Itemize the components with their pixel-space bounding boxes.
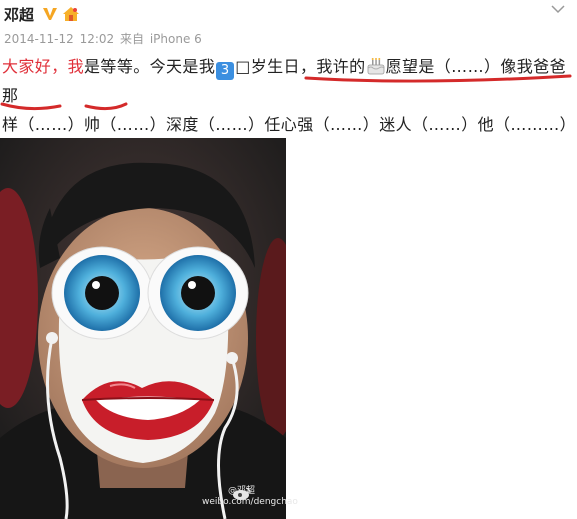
post-meta: 2014-11-12 12:02 来自 iPhone 6	[4, 30, 204, 47]
post-device[interactable]: iPhone 6	[150, 32, 202, 46]
missing-glyph: □	[235, 57, 251, 76]
birthday-text: 岁生日，	[250, 57, 317, 76]
wish-text-a: 我许的	[316, 57, 366, 76]
post-from-label: 来自	[120, 32, 145, 46]
me-text: 我	[67, 57, 85, 76]
intro-text: 是等等。今天是我	[84, 57, 216, 76]
chevron-down-icon[interactable]	[551, 4, 565, 14]
birthday-cake-emoji-icon	[367, 58, 384, 75]
member-badge-icon[interactable]	[62, 6, 80, 22]
photo-watermark: @邓超 weibo.com/dengchao	[202, 486, 298, 508]
watermark-handle: @邓超	[228, 486, 256, 496]
post-photo[interactable]	[0, 138, 286, 519]
post-time[interactable]: 12:02	[80, 32, 115, 46]
greeting-text: 大家好，	[2, 57, 68, 76]
post-date[interactable]: 2014-11-12	[4, 32, 74, 46]
number-3-emoji-icon: 3	[216, 62, 235, 80]
username[interactable]: 邓超	[4, 4, 34, 25]
watermark-url: weibo.com/dengchao	[202, 497, 298, 507]
verified-v-icon[interactable]	[42, 6, 58, 22]
qualities-line: 样（……）帅（……）深度（……）任心强（……）迷人（……）他（………）	[2, 115, 577, 134]
post-header: 邓超	[4, 2, 80, 26]
selfie-photo-image	[0, 138, 286, 519]
